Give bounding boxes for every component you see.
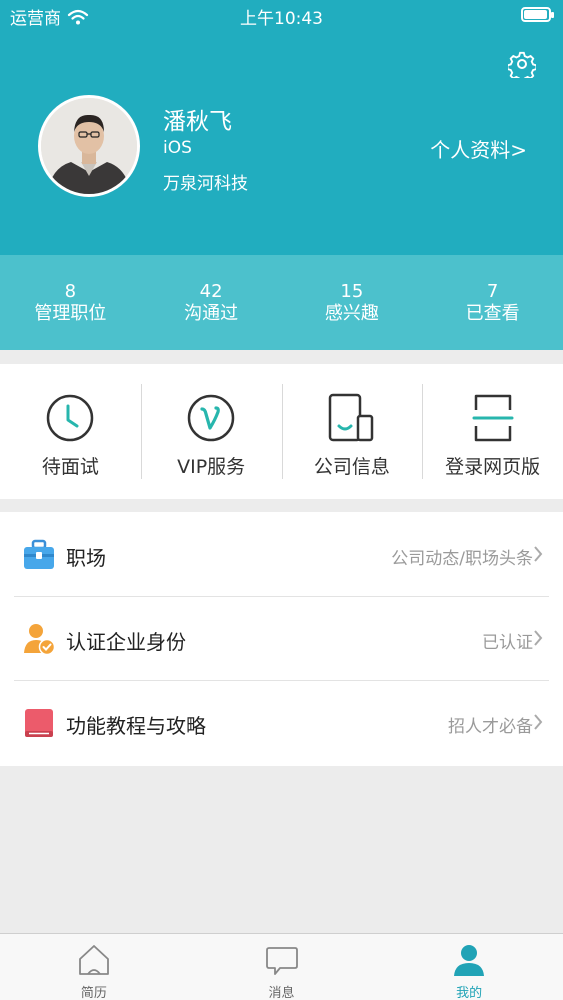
stat-managed-jobs[interactable]: 8 管理职位 (0, 255, 141, 350)
quick-action-label: 待面试 (41, 456, 99, 478)
status-bar: 运营商 上午10:43 (0, 0, 563, 30)
stat-value: 7 (486, 281, 499, 302)
quick-action-web-login[interactable]: 登录网页版 (422, 364, 563, 499)
avatar-photo (41, 98, 137, 194)
avatar[interactable] (38, 95, 140, 197)
stat-value: 8 (64, 281, 77, 302)
tab-bar: 简历 消息 我的 (0, 933, 563, 1000)
menu-row-title: 认证企业身份 (66, 630, 186, 654)
stat-label: 感兴趣 (324, 303, 379, 324)
quick-action-interviews[interactable]: 待面试 (0, 364, 141, 499)
tab-label: 消息 (268, 986, 295, 1000)
tab-label: 简历 (80, 986, 107, 1000)
menu-row-workplace[interactable]: 职场 公司动态/职场头条 (0, 512, 563, 596)
battery-icon (521, 7, 554, 22)
book-icon (25, 709, 53, 737)
user-name: 潘秋飞 (163, 109, 232, 135)
clock-icon (47, 394, 94, 442)
quick-action-company-info[interactable]: 公司信息 (281, 364, 423, 499)
chevron-right-icon (534, 630, 543, 646)
menu-row-title: 功能教程与攻略 (66, 714, 206, 738)
quick-action-label: VIP服务 (177, 456, 246, 478)
stat-value: 15 (340, 281, 364, 302)
verified-user-icon (24, 624, 56, 656)
user-position: iOS (163, 138, 192, 158)
quick-action-vip[interactable]: VIP服务 (140, 364, 282, 499)
tab-label: 我的 (456, 986, 483, 1000)
house-icon (78, 945, 109, 975)
battery-level (524, 10, 547, 19)
menu-row-title: 职场 (66, 546, 106, 570)
gear-icon[interactable] (508, 50, 536, 78)
menu-row-detail: 已认证 (482, 633, 533, 653)
user-company: 万泉河科技 (163, 174, 248, 194)
stat-interested[interactable]: 15 感兴趣 (282, 255, 423, 350)
stat-contacted[interactable]: 42 沟通过 (141, 255, 282, 350)
stats-bar: 8 管理职位 42 沟通过 15 感兴趣 7 已查看 (0, 255, 563, 350)
tab-mine[interactable]: 我的 (375, 934, 563, 1000)
quick-actions: 待面试 VIP服务 公司信息 登录网页版 (0, 364, 563, 499)
person-icon (454, 945, 485, 976)
quick-action-label: 公司信息 (313, 456, 390, 478)
tab-messages[interactable]: 消息 (188, 934, 376, 1000)
stat-label: 管理职位 (34, 303, 107, 324)
menu-list: 职场 公司动态/职场头条 认证企业身份 已认证 功能教程与攻略 招人才必备 (0, 512, 563, 766)
chevron-right-icon (534, 546, 543, 562)
scan-icon (472, 394, 514, 442)
menu-row-detail: 招人才必备 (448, 717, 533, 737)
briefcase-icon (24, 539, 54, 569)
tab-resume[interactable]: 简历 (0, 934, 188, 1000)
stat-label: 沟通过 (184, 303, 239, 324)
chevron-right-icon (534, 714, 543, 730)
profile-header: 运营商 上午10:43 潘秋飞 iOS 万泉河科技 个人资料> (0, 0, 563, 255)
chat-bubble-icon (265, 947, 298, 975)
profile-link[interactable]: 个人资料> (430, 134, 527, 163)
vip-icon (187, 394, 235, 442)
stat-viewed[interactable]: 7 已查看 (422, 255, 563, 350)
stat-label: 已查看 (465, 303, 520, 324)
stat-value: 42 (199, 281, 223, 302)
menu-row-verify-company[interactable]: 认证企业身份 已认证 (0, 596, 563, 680)
menu-row-detail: 公司动态/职场头条 (391, 549, 533, 569)
status-time: 上午10:43 (240, 9, 323, 29)
phone-card-icon (328, 393, 374, 442)
quick-action-label: 登录网页版 (445, 456, 541, 478)
menu-row-tutorials[interactable]: 功能教程与攻略 招人才必备 (0, 680, 563, 764)
